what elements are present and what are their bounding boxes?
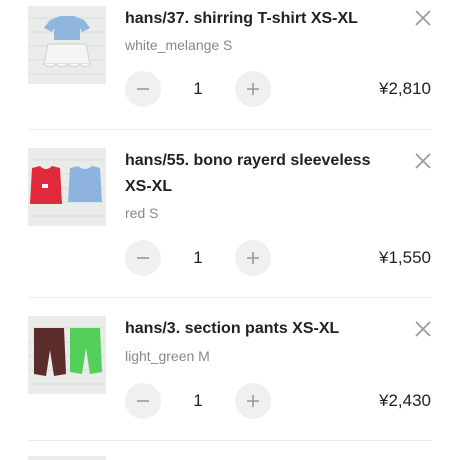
remove-item-button[interactable]	[413, 151, 433, 171]
product-thumbnail[interactable]	[28, 148, 106, 226]
decrease-quantity-button[interactable]	[125, 240, 161, 276]
product-title[interactable]: hans/3. section pants XS-XL	[125, 316, 390, 342]
product-variant: light_green M	[125, 348, 210, 364]
item-price: ¥2,430	[379, 391, 431, 410]
product-variant: white_melange S	[125, 37, 233, 53]
increase-quantity-button[interactable]	[235, 383, 271, 419]
close-icon	[415, 10, 431, 26]
sleeveless-image	[28, 148, 106, 226]
remove-item-button[interactable]	[413, 319, 433, 339]
close-icon	[415, 153, 431, 169]
remove-item-button[interactable]	[413, 8, 433, 28]
pants-image	[28, 316, 106, 394]
product-variant: red S	[125, 205, 159, 221]
minus-icon	[137, 88, 149, 90]
divider	[28, 297, 432, 298]
quantity-value: 1	[193, 248, 203, 267]
plus-icon	[247, 252, 259, 264]
decrease-quantity-button[interactable]	[125, 383, 161, 419]
product-thumbnail[interactable]	[28, 6, 106, 84]
plus-icon	[247, 395, 259, 407]
product-title[interactable]: hans/55. bono rayerd sleeveless XS-XL	[125, 148, 390, 200]
increase-quantity-button[interactable]	[235, 71, 271, 107]
divider	[28, 440, 432, 441]
plus-icon	[247, 83, 259, 95]
close-icon	[415, 321, 431, 337]
product-title[interactable]: hans/37. shirring T-shirt XS-XL	[125, 6, 390, 32]
increase-quantity-button[interactable]	[235, 240, 271, 276]
shirt-set-image	[28, 6, 106, 84]
item-price: ¥2,810	[379, 79, 431, 98]
quantity-value: 1	[193, 79, 203, 98]
divider	[28, 129, 432, 130]
minus-icon	[137, 257, 149, 259]
item-price: ¥1,550	[379, 248, 431, 267]
quantity-value: 1	[193, 391, 203, 410]
next-item-thumbnail	[28, 456, 106, 460]
decrease-quantity-button[interactable]	[125, 71, 161, 107]
minus-icon	[137, 400, 149, 402]
product-thumbnail[interactable]	[28, 316, 106, 394]
